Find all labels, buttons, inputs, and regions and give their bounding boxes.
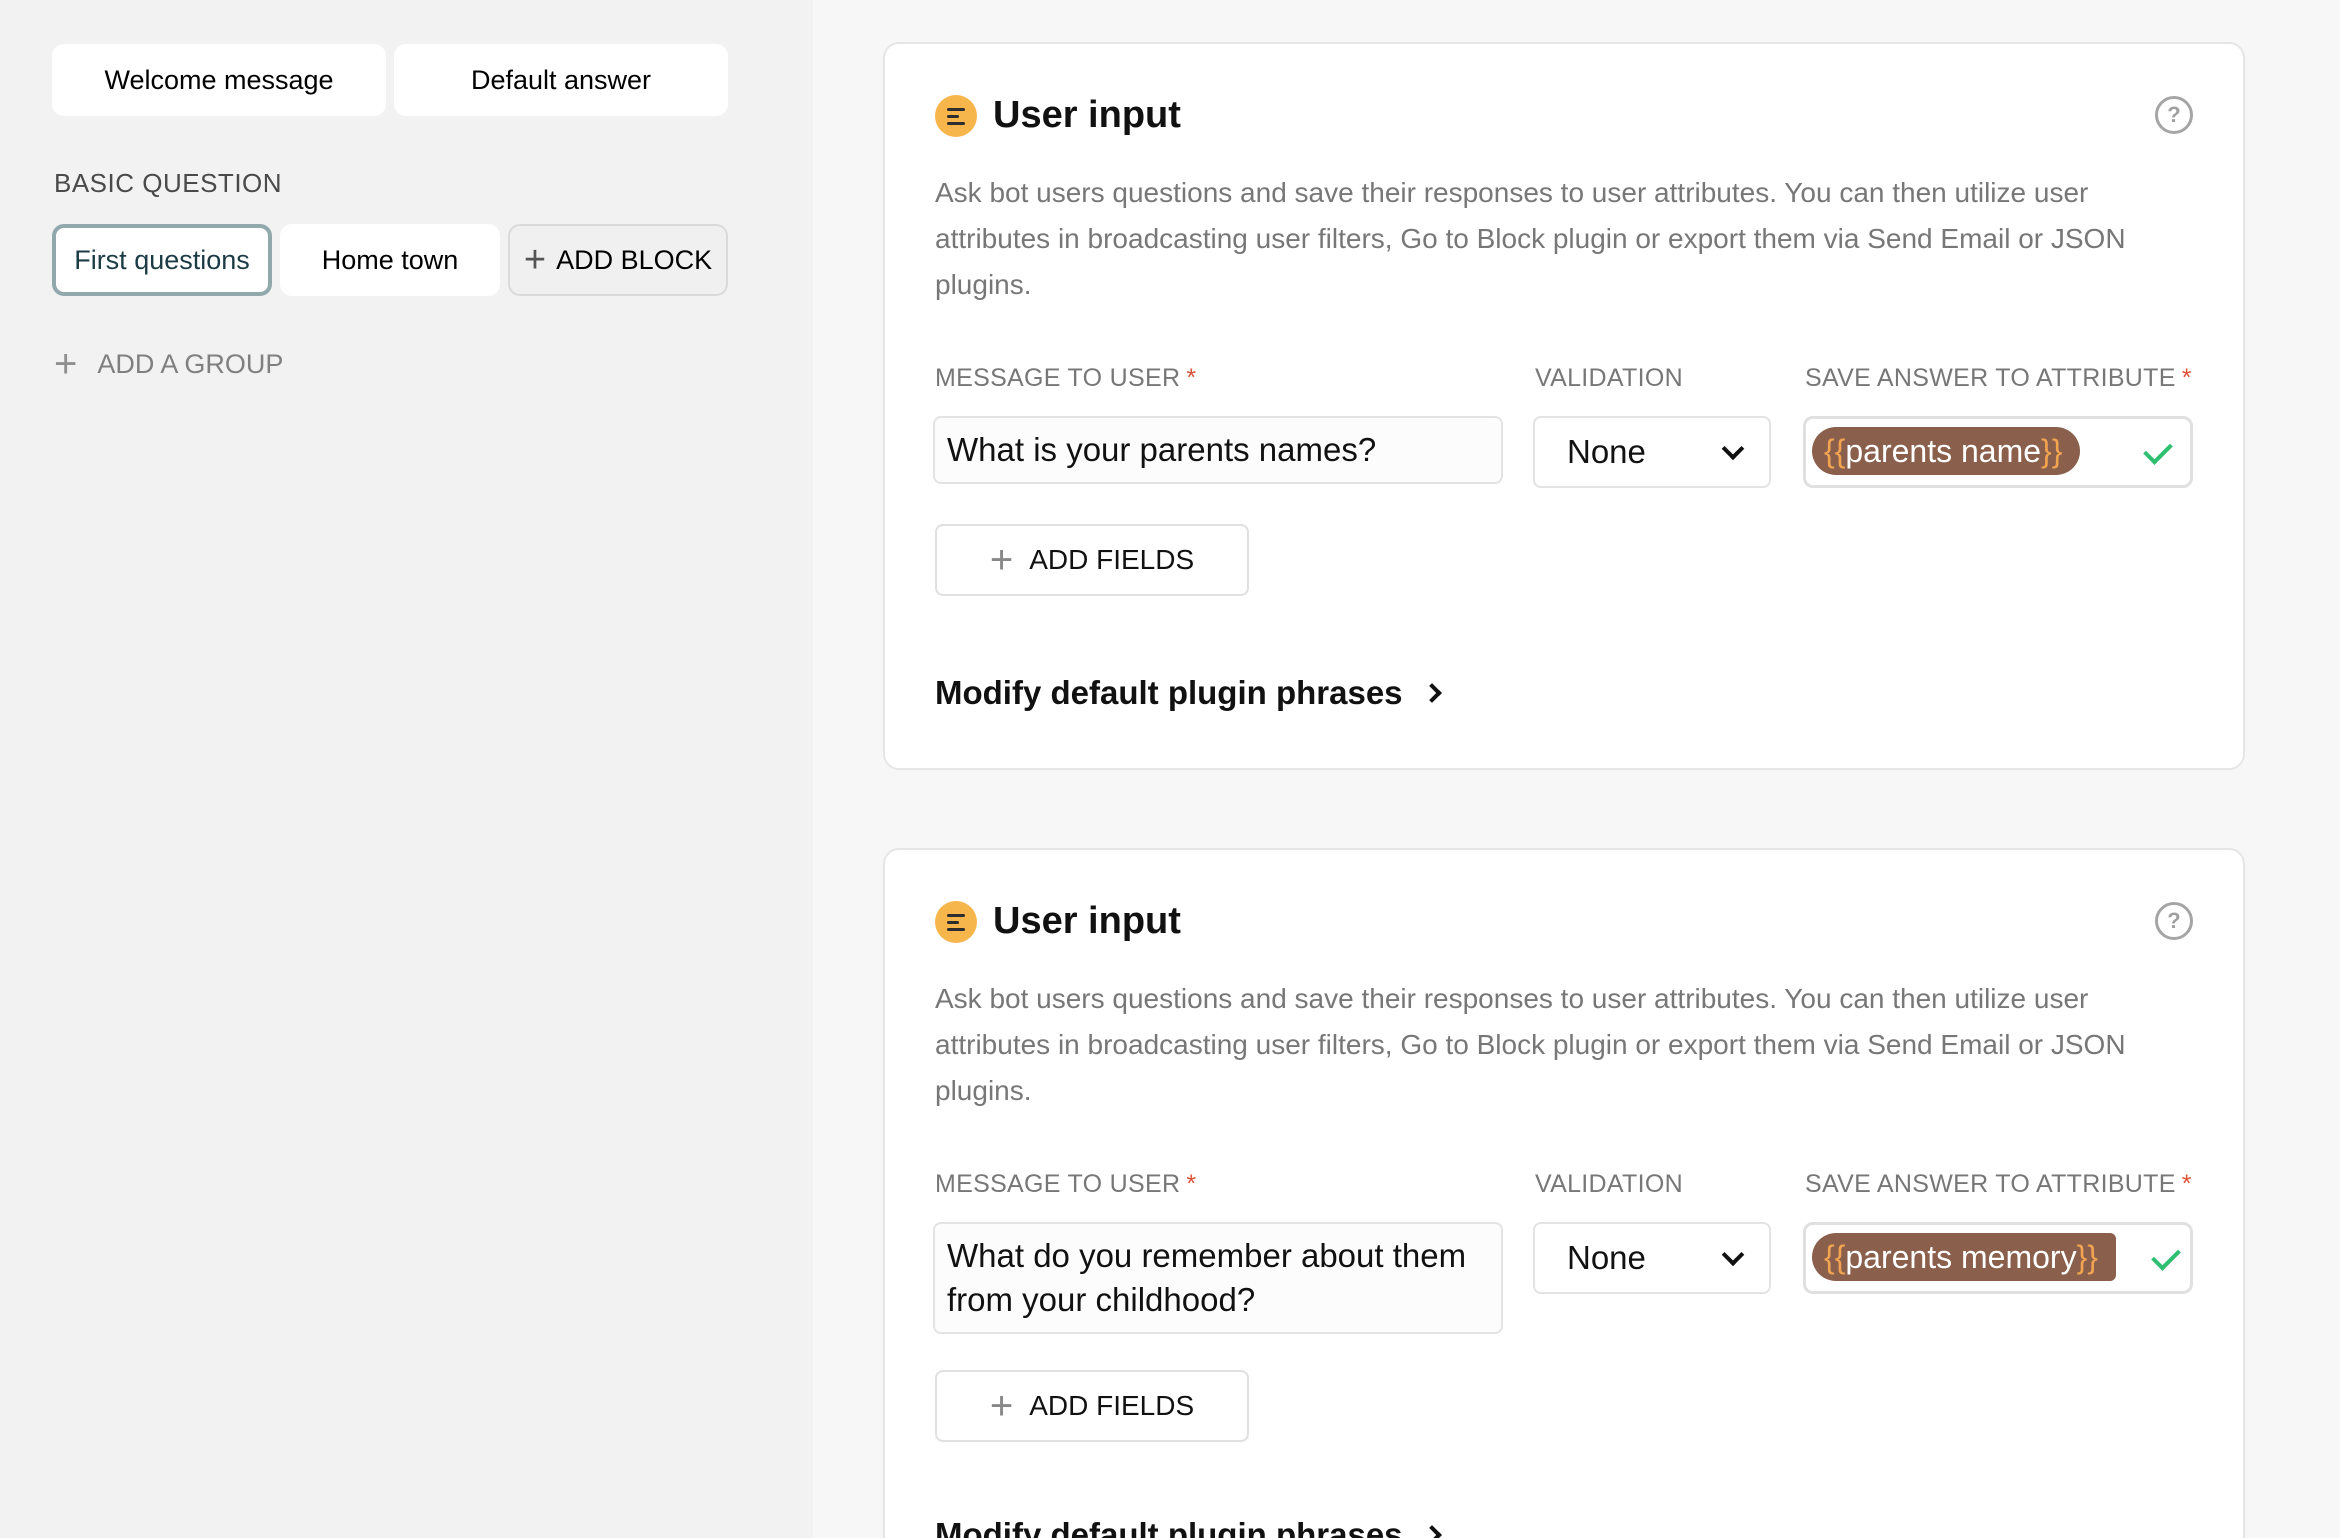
help-icon[interactable]: ? bbox=[2155, 96, 2193, 134]
add-fields-button[interactable]: + ADD FIELDS bbox=[935, 1370, 1249, 1442]
check-icon bbox=[2143, 435, 2173, 465]
message-label-text: MESSAGE TO USER bbox=[935, 364, 1181, 392]
chevron-down-icon bbox=[1721, 437, 1745, 461]
add-fields-label: ADD FIELDS bbox=[1029, 1390, 1195, 1421]
default-answer-label: Default answer bbox=[470, 64, 652, 95]
chevron-right-icon bbox=[1421, 683, 1442, 703]
attribute-label: SAVE ANSWER TO ATTRIBUTE * bbox=[1805, 1170, 2192, 1199]
required-mark: * bbox=[1186, 364, 1197, 392]
attribute-label: SAVE ANSWER TO ATTRIBUTE * bbox=[1805, 364, 2192, 393]
plus-icon: + bbox=[523, 239, 547, 281]
attribute-value: parents name bbox=[1845, 432, 2042, 469]
plus-icon: + bbox=[54, 342, 78, 386]
plus-icon: + bbox=[989, 538, 1014, 582]
user-input-icon bbox=[935, 900, 977, 943]
default-answer-button[interactable]: Default answer bbox=[394, 44, 728, 116]
brace-open: {{ bbox=[1824, 432, 1846, 469]
card-description: Ask bot users questions and save their r… bbox=[935, 983, 2126, 1106]
attribute-label-text: SAVE ANSWER TO ATTRIBUTE bbox=[1805, 364, 2176, 392]
add-group-button[interactable]: + ADD A GROUP bbox=[54, 344, 283, 384]
modify-phrases-link[interactable]: Modify default plugin phrases bbox=[935, 1516, 1442, 1538]
brace-open: {{ bbox=[1824, 1238, 1846, 1275]
attribute-value: parents memory bbox=[1845, 1238, 2077, 1275]
validation-label: VALIDATION bbox=[1535, 364, 1683, 392]
add-fields-label: ADD FIELDS bbox=[1029, 544, 1195, 575]
validation-select[interactable]: None bbox=[1533, 416, 1771, 488]
required-mark: * bbox=[2181, 364, 2192, 392]
user-input-icon bbox=[935, 94, 977, 137]
attribute-field[interactable]: {{parents name}} bbox=[1803, 416, 2193, 488]
modify-phrases-label: Modify default plugin phrases bbox=[935, 1516, 1403, 1538]
card-description: Ask bot users questions and save their r… bbox=[935, 177, 2126, 300]
validation-select[interactable]: None bbox=[1533, 1222, 1771, 1294]
message-input[interactable]: What do you remember about them from you… bbox=[933, 1222, 1503, 1334]
block-label: First questions bbox=[74, 244, 250, 275]
block-first-questions[interactable]: First questions bbox=[52, 224, 272, 296]
add-block-button[interactable]: + ADD BLOCK bbox=[508, 224, 728, 296]
user-input-card: User input ? Ask bot users questions and… bbox=[883, 42, 2245, 770]
card-header: User input bbox=[935, 94, 1181, 137]
message-input[interactable]: What is your parents names? bbox=[933, 416, 1503, 484]
modify-phrases-label: Modify default plugin phrases bbox=[935, 674, 1403, 711]
required-mark: * bbox=[1186, 1170, 1197, 1198]
check-icon bbox=[2151, 1241, 2181, 1271]
attribute-label-text: SAVE ANSWER TO ATTRIBUTE bbox=[1805, 1170, 2176, 1198]
validation-value: None bbox=[1567, 433, 1646, 470]
attribute-field[interactable]: {{parents memory}} bbox=[1803, 1222, 2193, 1294]
user-input-card: User input ? Ask bot users questions and… bbox=[883, 848, 2245, 1538]
welcome-message-button[interactable]: Welcome message bbox=[52, 44, 386, 116]
brace-close: }} bbox=[2041, 432, 2063, 469]
welcome-message-label: Welcome message bbox=[104, 64, 334, 95]
block-label: Home town bbox=[321, 244, 459, 275]
add-group-label: ADD A GROUP bbox=[97, 348, 284, 379]
chevron-right-icon bbox=[1421, 1525, 1442, 1538]
attribute-chip[interactable]: {{parents name}} bbox=[1812, 427, 2081, 475]
add-fields-button[interactable]: + ADD FIELDS bbox=[935, 524, 1249, 596]
message-label: MESSAGE TO USER * bbox=[935, 1170, 1196, 1199]
add-block-label: ADD BLOCK bbox=[556, 244, 713, 275]
required-mark: * bbox=[2181, 1170, 2192, 1198]
group-title: BASIC QUESTION bbox=[54, 168, 283, 198]
sidebar: Welcome message Default answer BASIC QUE… bbox=[0, 0, 813, 1538]
message-label: MESSAGE TO USER * bbox=[935, 364, 1196, 393]
card-title: User input bbox=[993, 900, 1181, 942]
card-title: User input bbox=[993, 94, 1181, 136]
card-header: User input bbox=[935, 900, 1181, 943]
validation-value: None bbox=[1567, 1239, 1646, 1276]
modify-phrases-link[interactable]: Modify default plugin phrases bbox=[935, 674, 1442, 712]
block-home-town[interactable]: Home town bbox=[280, 224, 500, 296]
message-label-text: MESSAGE TO USER bbox=[935, 1170, 1181, 1198]
help-icon[interactable]: ? bbox=[2155, 902, 2193, 940]
attribute-chip[interactable]: {{parents memory}} bbox=[1812, 1233, 2116, 1281]
chevron-down-icon bbox=[1721, 1243, 1745, 1267]
plus-icon: + bbox=[989, 1384, 1014, 1428]
brace-close: }} bbox=[2076, 1238, 2098, 1275]
validation-label: VALIDATION bbox=[1535, 1170, 1683, 1198]
